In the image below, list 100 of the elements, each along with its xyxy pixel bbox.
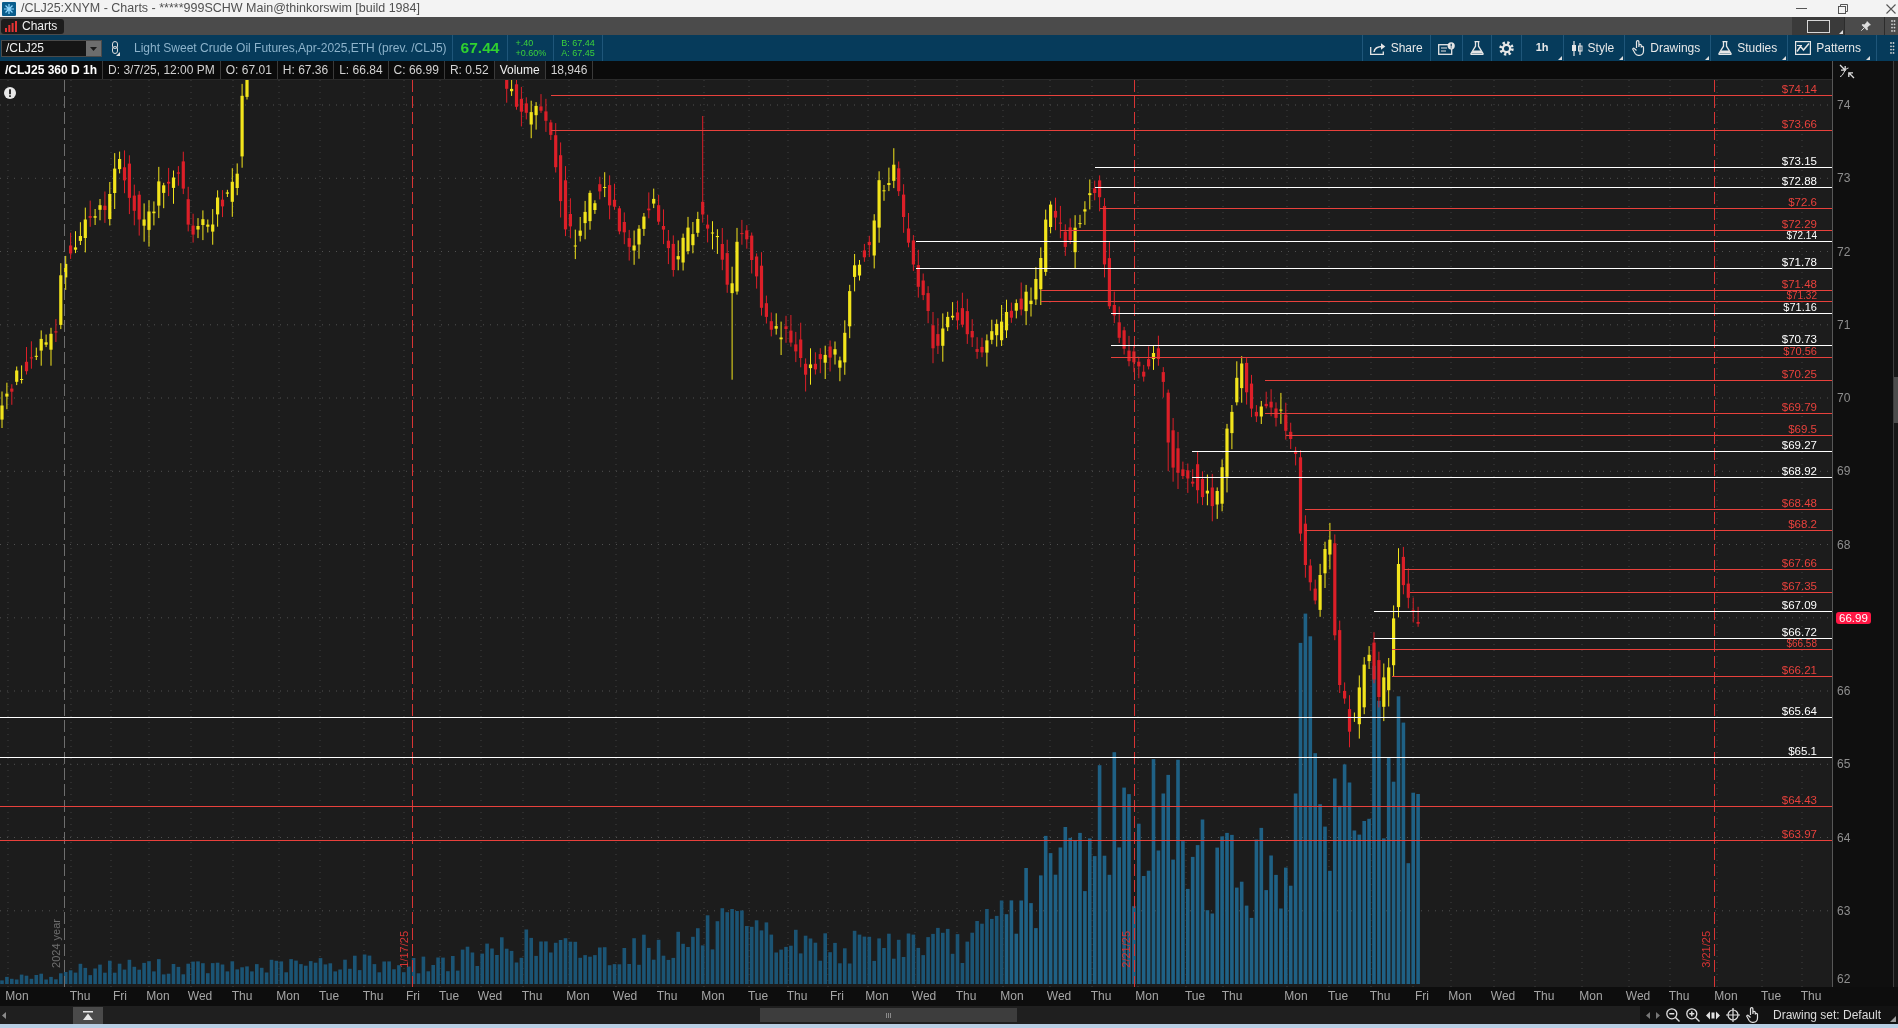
grip-icon[interactable] xyxy=(1890,42,1895,54)
price-level-label: $72.88 xyxy=(1781,175,1817,187)
axis-day-label: Wed xyxy=(1625,989,1651,1003)
axis-day-label: Tue xyxy=(438,989,460,1003)
axis-day-label: Wed xyxy=(477,989,503,1003)
zoom-out-icon[interactable] xyxy=(1666,1008,1680,1022)
price-level-label: $74.14 xyxy=(1781,83,1817,95)
left-triangle-icon[interactable] xyxy=(1646,1011,1650,1019)
quote-field: O: 67.01 xyxy=(220,61,278,79)
axis-tick-label: 68 xyxy=(1837,538,1851,552)
symbol-field[interactable]: /CLJ25 xyxy=(1,39,102,57)
zoom-in-icon[interactable] xyxy=(1686,1008,1700,1022)
axis-day-label: Thu xyxy=(955,989,977,1003)
panel-toggle-button[interactable] xyxy=(73,1007,103,1024)
right-triangle-icon[interactable] xyxy=(1656,1011,1660,1019)
price-level-label: $71.78 xyxy=(1781,256,1817,268)
axis-tick-label: 73 xyxy=(1837,171,1851,185)
scrollbar-thumb[interactable] xyxy=(760,1008,1017,1022)
axis-day-label: Mon xyxy=(1000,989,1024,1003)
price-level-label: $68.2 xyxy=(1788,518,1817,530)
price-level-label: $68.92 xyxy=(1781,465,1817,477)
pin-icon[interactable] xyxy=(1861,21,1871,31)
date-marker-label: 2/21/25 xyxy=(1121,931,1132,968)
study-value: 18,946 xyxy=(545,61,594,79)
axis-day-label: Thu xyxy=(521,989,543,1003)
bar-chart-icon xyxy=(5,20,17,32)
axis-day-label: Tue xyxy=(1760,989,1782,1003)
axis-tick-label: 64 xyxy=(1837,831,1851,845)
axis-day-label: Tue xyxy=(1327,989,1349,1003)
axis-tick-label: 65 xyxy=(1837,757,1851,771)
instrument-description: Light Sweet Crude Oil Futures,Apr-2025,ETH (prev. /CLJ5) xyxy=(134,40,447,56)
close-icon[interactable] xyxy=(1886,3,1896,14)
gear-icon xyxy=(1498,40,1514,56)
axis-day-label: Tue xyxy=(747,989,769,1003)
restore-icon[interactable] xyxy=(1838,3,1848,14)
pattern-chart-icon xyxy=(1795,41,1812,55)
price-level-label: $66.58 xyxy=(1786,639,1817,649)
share-icon xyxy=(1369,41,1386,55)
axis-day-label: Wed xyxy=(1046,989,1072,1003)
study-name[interactable]: Volume xyxy=(494,61,546,79)
scrollbar-track[interactable] xyxy=(1893,61,1898,987)
axis-day-label: Thu xyxy=(656,989,678,1003)
quote-field: H: 67.36 xyxy=(277,61,335,79)
axis-day-label: Mon xyxy=(566,989,590,1003)
axis-day-label: Mon xyxy=(146,989,170,1003)
price-level-label: $63.97 xyxy=(1781,828,1817,840)
link-icon[interactable] xyxy=(111,40,120,56)
tab[interactable]: Charts xyxy=(1,18,65,34)
quote-field: L: 66.84 xyxy=(334,61,389,79)
collapse-arrows-icon[interactable] xyxy=(1839,64,1855,79)
axis-day-label: Thu xyxy=(69,989,91,1003)
price-level-label: $70.25 xyxy=(1781,368,1817,380)
axis-day-label: Fri xyxy=(406,989,420,1003)
price-level-label: $70.56 xyxy=(1783,346,1817,357)
price-level-label: $73.15 xyxy=(1781,155,1817,167)
price-level-label: $70.73 xyxy=(1781,333,1817,345)
axis-day-label: Thu xyxy=(1369,989,1391,1003)
axis-day-label: Mon xyxy=(1579,989,1603,1003)
axis-day-label: Mon xyxy=(276,989,300,1003)
current-price-tag: 66.99 xyxy=(1836,612,1871,624)
percent-change: +0.60% xyxy=(515,48,547,58)
layout-button[interactable] xyxy=(1792,17,1844,35)
rectangle-icon xyxy=(1806,19,1830,33)
bid-price: B: 67.44 xyxy=(561,38,595,48)
axis-tick-label: 72 xyxy=(1837,245,1851,259)
axis-tick-label: 70 xyxy=(1837,391,1851,405)
date-marker-label: 1/17/25 xyxy=(399,931,410,968)
scrollbar-thumb[interactable] xyxy=(1894,377,1898,423)
price-level-label: $72.29 xyxy=(1781,218,1817,230)
price-level-label: $69.79 xyxy=(1781,401,1817,413)
left-triangle-icon[interactable] xyxy=(2,1012,6,1019)
grip-icon[interactable] xyxy=(1891,20,1896,32)
price-level-label: $67.35 xyxy=(1781,580,1817,592)
axis-day-label: Thu xyxy=(1668,989,1690,1003)
flask-icon xyxy=(1718,41,1733,55)
axis-tick-label: 69 xyxy=(1837,464,1851,478)
axis-day-label: Fri xyxy=(113,989,127,1003)
axis-day-label: Mon xyxy=(1284,989,1308,1003)
alert-icon[interactable] xyxy=(4,87,16,99)
price-level-label: $68.48 xyxy=(1781,497,1817,509)
price-level-label: $65.1 xyxy=(1788,745,1817,757)
price-level-label: $71.32 xyxy=(1786,291,1817,301)
axis-tick-label: 63 xyxy=(1837,904,1851,918)
price-level-label: $73.66 xyxy=(1781,118,1817,130)
axis-day-label: Fri xyxy=(1415,989,1429,1003)
price-level-label: $67.09 xyxy=(1781,599,1817,611)
drawing-set-label[interactable]: Drawing set: Default xyxy=(1773,1007,1882,1023)
pan-arrows-icon[interactable] xyxy=(1706,1010,1720,1020)
price-change: +.40 xyxy=(515,38,535,48)
chart-title: /CLJ25 360 D 1h xyxy=(0,61,104,79)
axis-day-label: Mon xyxy=(5,989,29,1003)
axis-tick-label: 74 xyxy=(1837,98,1851,112)
resize-grip-icon[interactable] xyxy=(1890,1016,1896,1022)
price-level-label: $64.43 xyxy=(1781,794,1817,806)
crosshair-icon[interactable] xyxy=(1726,1008,1740,1022)
axis-day-label: Tue xyxy=(1184,989,1206,1003)
price-level-label: $69.5 xyxy=(1788,423,1817,435)
date-marker-label: 2024 year xyxy=(51,919,62,968)
axis-day-label: Thu xyxy=(1533,989,1555,1003)
quote-field: R: 0.52 xyxy=(444,61,495,79)
